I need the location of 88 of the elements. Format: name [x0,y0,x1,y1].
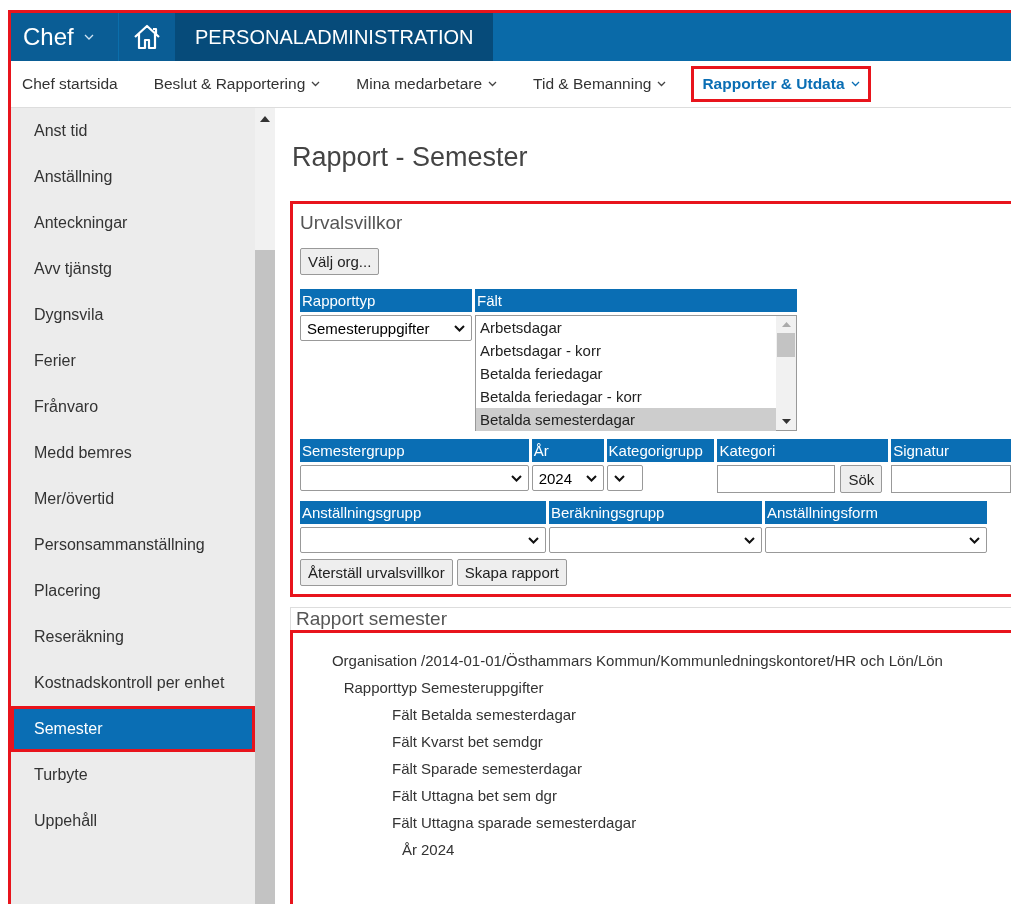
page-title: Rapport - Semester [292,142,529,173]
scroll-thumb[interactable] [777,333,795,357]
scrollbar[interactable] [776,316,796,430]
field-label: Anställningsgrupp [300,501,546,524]
chevron-icon [850,81,860,87]
field-label: Anställningsform [765,501,987,524]
nav-tab[interactable]: Mina medarbetare [345,66,509,102]
choose-org-button[interactable]: Välj org... [300,248,380,275]
section-title: Rapport semester [290,607,1011,630]
module-title: PERSONALADMINISTRATION [175,13,493,61]
sidebar-item[interactable]: Reseräkning [11,614,255,660]
report-value: Semesteruppgifter [421,679,544,696]
chevron-icon [528,536,539,544]
chevron-icon [311,81,321,87]
report-label: Organisation [330,652,417,669]
report-label: Fält [391,760,417,777]
field-label: Kategori [717,439,889,462]
field-listbox[interactable]: Arbetsdagar Arbetsdagar - korr Betalda feriedagar Betalda feriedagar - korr Betalda semesterdagar [475,315,797,431]
sidebar-item[interactable]: Anst tid [11,108,255,154]
report-label: Fält [391,733,417,750]
sidebar-item[interactable]: Anteckningar [11,200,255,246]
chevron-icon [585,474,597,482]
list-option[interactable]: Betalda feriedagar [476,362,776,385]
report-value: Betalda semesterdagar [421,706,577,723]
input-field[interactable] [717,465,836,493]
home-button[interactable] [118,13,175,61]
chevron-icon [83,34,94,40]
sidebar-item[interactable]: Ferier [11,338,255,384]
action-button[interactable]: Återställ urvalsvillkor [300,559,453,586]
chevron-icon [510,474,522,482]
sidebar-item[interactable]: Uppehåll [11,798,255,844]
chevron-icon [454,324,465,332]
chevron-icon [744,536,755,544]
report-label: Rapporttyp [342,679,417,696]
report-type-select[interactable]: Semesteruppgifter [300,315,472,341]
sidebar-item[interactable]: Semester [11,706,255,752]
nav-tab[interactable]: Rapporter & Utdata [691,66,871,102]
app-menu-button[interactable]: Chef [11,13,118,61]
sidebar-item[interactable]: Personsammanställning [11,522,255,568]
dropdown-select[interactable]: 2024 [531,465,604,491]
list-option[interactable]: Arbetsdagar - korr [476,339,776,362]
sidebar-item[interactable]: Placering [11,568,255,614]
scroll-up-icon [260,116,270,122]
field-label: Signatur [891,439,1011,462]
nav-tab[interactable]: Beslut & Rapportering [142,66,332,102]
chevron-icon [613,474,625,482]
list-option[interactable]: Betalda semesterdagar [476,408,776,431]
report-label: Fält [391,787,417,804]
report-value: Uttagna sparade semesterdagar [421,814,637,831]
sidebar-item[interactable]: Anställning [11,154,255,200]
field-label: Rapporttyp [300,289,472,312]
sidebar-item[interactable]: Dygnsvila [11,292,255,338]
chevron-icon [488,81,498,87]
report-value: 2024 [421,841,455,858]
field-label: År [531,439,604,462]
report-value: Uttagna bet sem dgr [421,787,557,804]
sidebar-item[interactable]: Frånvaro [11,384,255,430]
scroll-thumb[interactable] [255,250,275,904]
report-value: /2014-01-01/Östhammars Kommun/Kommunledningskontoret/HR och Lön/Lön [421,652,943,669]
sidebar-item[interactable]: Turbyte [11,752,255,798]
chevron-icon [969,536,980,544]
sidebar-item[interactable]: Avv tjänstg [11,246,255,292]
field-label: Kategorigrupp [606,439,715,462]
scroll-up-icon [781,322,791,327]
field-label: Fält [475,289,797,312]
sidebar-item[interactable]: Mer/övertid [11,476,255,522]
report-value: Kvarst bet semdgr [421,733,543,750]
panel-title: Urvalsvillkor [300,212,404,234]
sidebar-item[interactable]: Kostnadskontroll per enhet [11,660,255,706]
input-field[interactable] [891,465,1011,493]
report-label: År [401,841,417,858]
report-value: Sparade semesterdagar [421,760,582,777]
list-option[interactable]: Betalda feriedagar - korr [476,385,776,408]
home-icon [132,23,162,51]
nav-tab[interactable]: Chef startsida [11,66,129,102]
search-button[interactable]: Sök [840,465,883,493]
list-option[interactable]: Arbetsdagar [476,316,776,339]
field-label: Beräkningsgrupp [549,501,762,524]
report-label: Fält [391,706,417,723]
nav-tab[interactable]: Tid & Bemanning [522,66,678,102]
field-label: Semestergrupp [300,439,529,462]
chevron-icon [657,81,667,87]
scroll-down-icon [781,419,791,424]
sidebar-item[interactable]: Medd bemres [11,430,255,476]
report-label: Fält [391,814,417,831]
scrollbar[interactable] [255,108,275,904]
action-button[interactable]: Skapa rapport [456,559,567,586]
dropdown-select[interactable] [606,465,643,491]
